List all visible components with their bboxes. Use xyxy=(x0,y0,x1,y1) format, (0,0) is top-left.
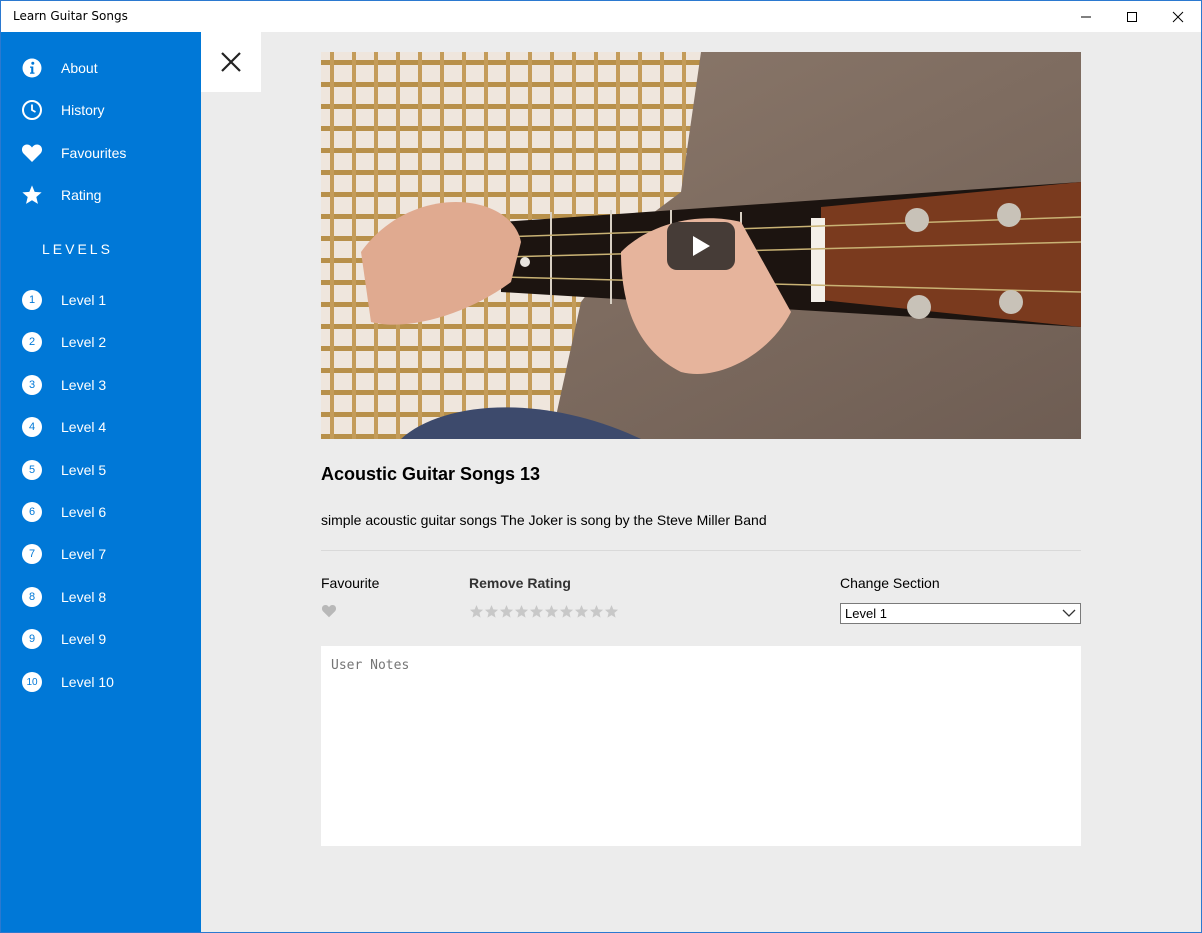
sidebar-item-label: Level 3 xyxy=(61,377,107,393)
number-8-icon: 8 xyxy=(22,587,42,607)
play-button[interactable] xyxy=(667,222,735,270)
sidebar-item-label: Level 7 xyxy=(61,546,107,562)
info-icon xyxy=(21,57,43,79)
number-5-icon: 5 xyxy=(22,460,42,480)
song-description: simple acoustic guitar songs The Joker i… xyxy=(321,512,767,528)
rating-stars[interactable] xyxy=(469,604,619,619)
star-icon xyxy=(21,184,43,206)
close-icon xyxy=(221,52,241,72)
sidebar-item-label: Rating xyxy=(61,187,102,203)
rating-star-icon[interactable] xyxy=(604,604,619,619)
sidebar-item-label: Level 10 xyxy=(61,674,114,690)
sidebar-item-about[interactable]: About xyxy=(1,48,201,88)
sidebar-item-level-9[interactable]: 9 Level 9 xyxy=(1,619,201,659)
sidebar-item-level-2[interactable]: 2 Level 2 xyxy=(1,322,201,362)
sidebar-item-label: Level 6 xyxy=(61,504,107,520)
favourite-toggle[interactable] xyxy=(321,604,337,623)
sidebar-item-level-10[interactable]: 10 Level 10 xyxy=(1,662,201,702)
favourite-label: Favourite xyxy=(321,575,380,591)
sidebar-item-label: Level 1 xyxy=(61,292,107,308)
levels-header: LEVELS xyxy=(42,241,113,257)
sidebar-item-level-6[interactable]: 6 Level 6 xyxy=(1,492,201,532)
change-section-label: Change Section xyxy=(840,575,940,591)
sidebar-item-label: Level 2 xyxy=(61,334,107,350)
sidebar-item-label: Level 4 xyxy=(61,419,107,435)
number-1-icon: 1 xyxy=(22,290,42,310)
maximize-icon xyxy=(1127,11,1137,22)
divider xyxy=(321,550,1081,551)
rating-star-icon[interactable] xyxy=(499,604,514,619)
sidebar-item-level-8[interactable]: 8 Level 8 xyxy=(1,577,201,617)
number-4-icon: 4 xyxy=(22,417,42,437)
play-icon xyxy=(693,236,710,256)
number-3-icon: 3 xyxy=(22,375,42,395)
sidebar-item-label: About xyxy=(61,60,98,76)
user-notes-input[interactable] xyxy=(321,646,1081,846)
number-7-icon: 7 xyxy=(22,544,42,564)
section-select-value: Level 1 xyxy=(845,606,887,621)
rating-star-icon[interactable] xyxy=(544,604,559,619)
rating-star-icon[interactable] xyxy=(589,604,604,619)
rating-star-icon[interactable] xyxy=(529,604,544,619)
sidebar-item-level-1[interactable]: 1 Level 1 xyxy=(1,280,201,320)
sidebar-item-level-7[interactable]: 7 Level 7 xyxy=(1,534,201,574)
app-window: Learn Guitar Songs About History Favouri… xyxy=(0,0,1202,933)
title-bar: Learn Guitar Songs xyxy=(1,1,1201,32)
sidebar-item-level-5[interactable]: 5 Level 5 xyxy=(1,450,201,490)
song-title: Acoustic Guitar Songs 13 xyxy=(321,464,541,484)
heart-icon xyxy=(321,605,337,618)
chevron-down-icon xyxy=(1062,609,1076,617)
number-10-icon: 10 xyxy=(22,672,42,692)
sidebar-item-favourites[interactable]: Favourites xyxy=(1,133,201,173)
video-player[interactable] xyxy=(321,52,1081,439)
number-2-icon: 2 xyxy=(22,332,42,352)
rating-star-icon[interactable] xyxy=(559,604,574,619)
sidebar: About History Favourites Rating LEVELS 1… xyxy=(1,32,201,932)
close-pane-button[interactable] xyxy=(201,32,261,92)
sidebar-item-level-3[interactable]: 3 Level 3 xyxy=(1,365,201,405)
heart-icon xyxy=(21,142,43,164)
rating-star-icon[interactable] xyxy=(514,604,529,619)
number-6-icon: 6 xyxy=(22,502,42,522)
sidebar-item-label: Level 8 xyxy=(61,589,107,605)
sidebar-item-label: Level 9 xyxy=(61,631,107,647)
sidebar-item-label: History xyxy=(61,102,105,118)
rating-star-icon[interactable] xyxy=(484,604,499,619)
number-9-icon: 9 xyxy=(22,629,42,649)
minimize-button[interactable] xyxy=(1063,1,1109,32)
rating-star-icon[interactable] xyxy=(469,604,484,619)
close-window-button[interactable] xyxy=(1155,1,1201,32)
sidebar-item-level-4[interactable]: 4 Level 4 xyxy=(1,407,201,447)
close-icon xyxy=(1172,11,1184,22)
sidebar-item-history[interactable]: History xyxy=(1,90,201,130)
sidebar-item-rating[interactable]: Rating xyxy=(1,175,201,215)
section-select[interactable]: Level 1 xyxy=(840,603,1081,624)
clock-icon xyxy=(21,99,43,121)
window-title: Learn Guitar Songs xyxy=(13,9,128,23)
rating-star-icon[interactable] xyxy=(574,604,589,619)
sidebar-item-label: Level 5 xyxy=(61,462,107,478)
maximize-button[interactable] xyxy=(1109,1,1155,32)
remove-rating-button[interactable]: Remove Rating xyxy=(469,575,571,591)
minimize-icon xyxy=(1081,16,1091,17)
sidebar-item-label: Favourites xyxy=(61,145,127,161)
